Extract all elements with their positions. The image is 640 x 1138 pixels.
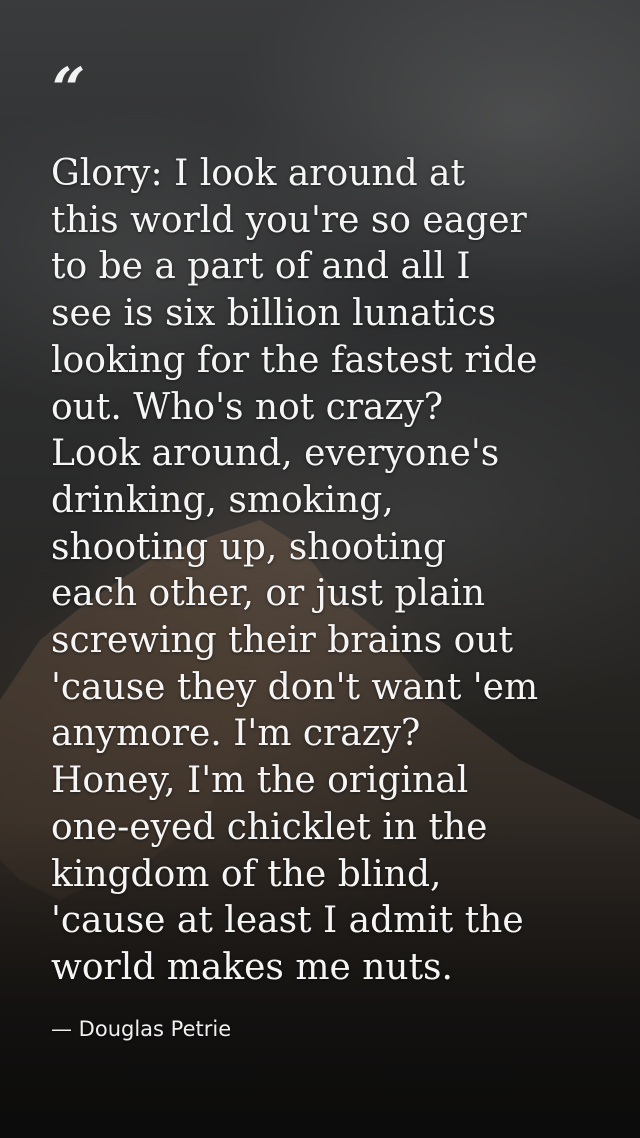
- quote-line: shooting up, shooting: [51, 526, 446, 568]
- quote-line: Look around, everyone's: [51, 433, 500, 475]
- quote-line: this world you're so eager: [51, 199, 527, 241]
- quote-line: drinking, smoking,: [51, 479, 394, 521]
- quote-line: 'cause they don't want 'em: [51, 666, 539, 708]
- quote-mark-icon: “: [52, 55, 85, 123]
- quote-line: Glory: I look around at: [51, 153, 465, 194]
- quote-line: Honey, I'm the original: [51, 760, 469, 802]
- quote-line: screwing their brains out: [51, 620, 513, 662]
- quote-line: anymore. I'm crazy?: [51, 713, 421, 755]
- quote-line: world makes me nuts.: [51, 946, 453, 988]
- quote-line: kingdom of the blind,: [51, 853, 442, 895]
- quote-line: each other, or just plain: [51, 573, 486, 615]
- quote-line: to be a part of and all I: [51, 246, 471, 288]
- quote-line: 'cause at least I admit the: [51, 900, 524, 942]
- quote-line: out. Who's not crazy?: [51, 386, 444, 428]
- quote-text: Glory: I look around at this world you're…: [51, 151, 611, 992]
- quote-line: one-eyed chicklet in the: [51, 806, 488, 848]
- quote-line: see is six billion lunatics: [51, 293, 497, 335]
- quote-author: — Douglas Petrie: [51, 1017, 232, 1041]
- quote-card: “ Glory: I look around at this world you'…: [0, 0, 640, 1138]
- quote-line: looking for the fastest ride: [51, 339, 538, 381]
